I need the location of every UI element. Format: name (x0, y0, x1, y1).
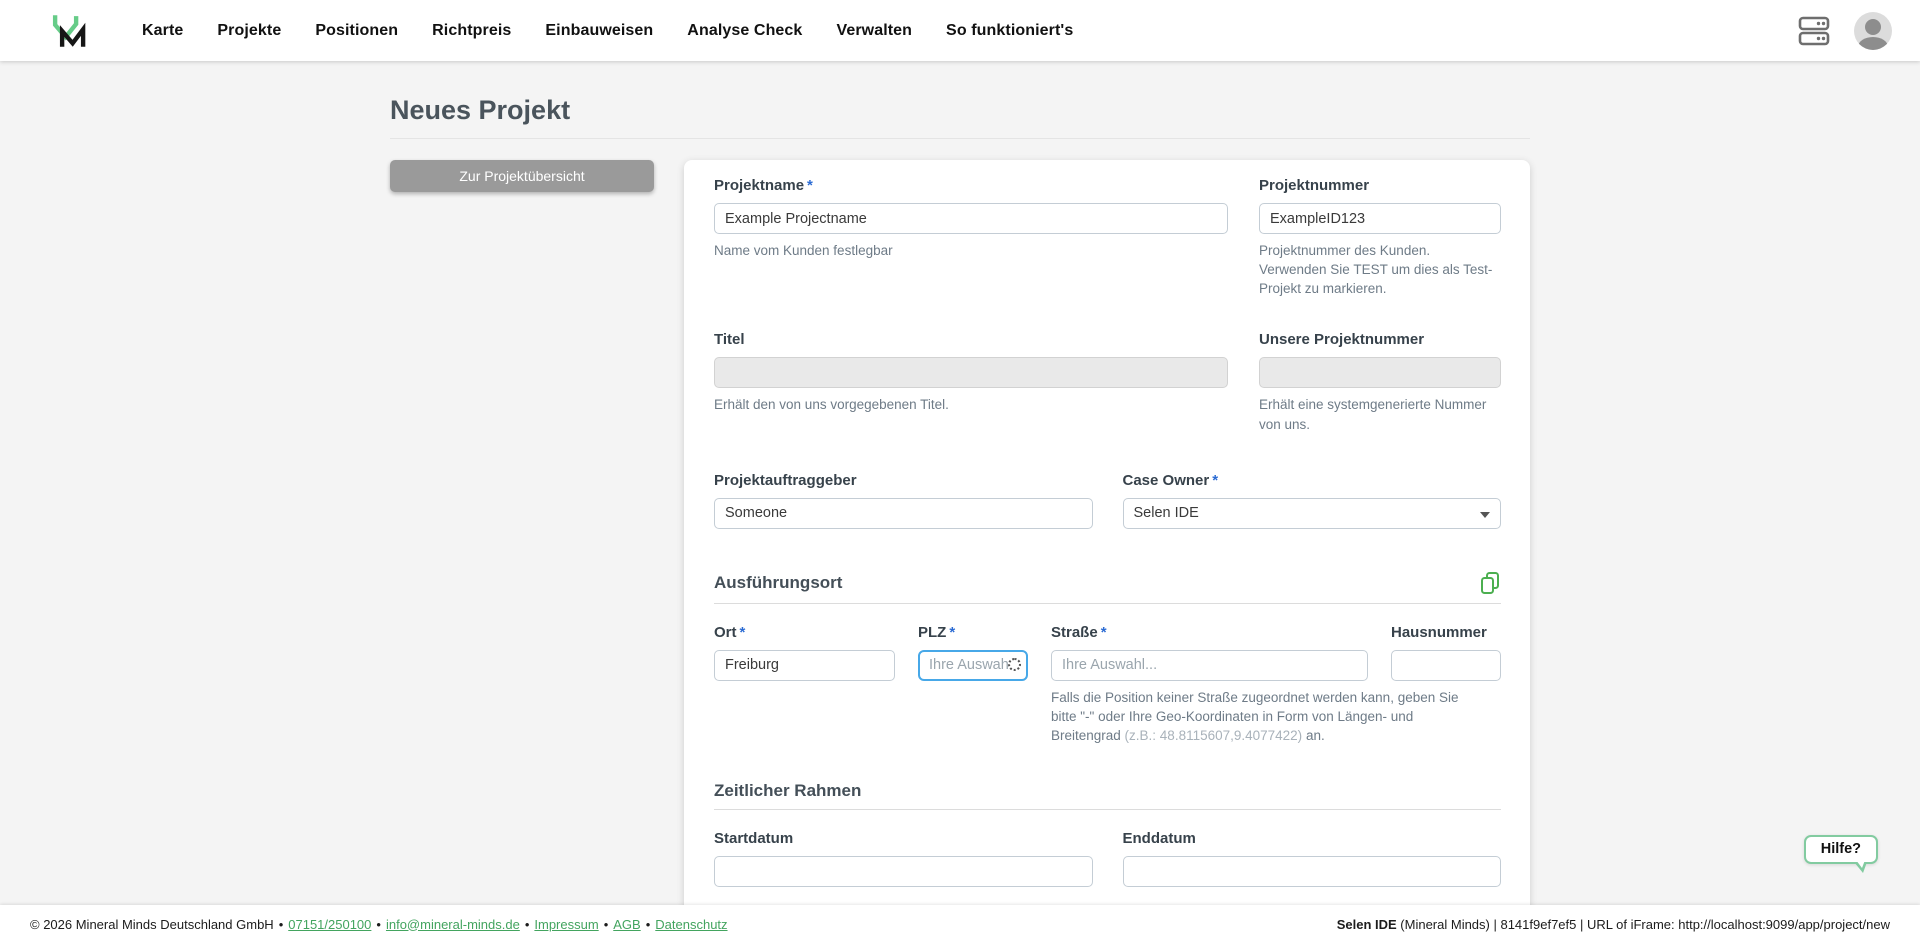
copy-address-button[interactable] (1479, 571, 1501, 595)
ort-label: Ort* (714, 624, 895, 641)
main-content: Neues Projekt Zur Projektübersicht Proje… (0, 61, 1920, 905)
strasse-field-group: Straße* (1051, 624, 1368, 681)
strasse-helper-text: Falls die Position keiner Straße zugeord… (1051, 688, 1471, 745)
projektname-input[interactable] (714, 203, 1228, 234)
projektnummer-input[interactable] (1259, 203, 1501, 234)
plz-label: PLZ* (918, 624, 1028, 641)
mineral-minds-logo-icon[interactable] (49, 10, 91, 52)
unsere-projektnummer-input-disabled (1259, 357, 1501, 388)
footer-link-email[interactable]: info@mineral-minds.de (386, 917, 520, 932)
zeitlicher-rahmen-section-header: Zeitlicher Rahmen (714, 781, 1501, 810)
required-asterisk: * (949, 624, 955, 641)
zur-projektuebersicht-button[interactable]: Zur Projektübersicht (390, 160, 654, 192)
main-nav: Karte Projekte Positionen Richtpreis Ein… (129, 12, 1086, 50)
projektname-label: Projektname* (714, 177, 1228, 194)
startdatum-label: Startdatum (714, 830, 1093, 847)
required-asterisk: * (740, 624, 746, 641)
hausnummer-input[interactable] (1391, 650, 1501, 681)
nav-item-analyse-check[interactable]: Analyse Check (674, 12, 815, 50)
chevron-down-icon (1480, 512, 1490, 518)
footer-left: © 2026 Mineral Minds Deutschland GmbH • … (30, 917, 728, 932)
footer-link-phone[interactable]: 07151/250100 (288, 917, 371, 932)
titel-field-group: Titel Erhält den von uns vorgegebenen Ti… (714, 331, 1228, 433)
nav-item-verwalten[interactable]: Verwalten (823, 12, 925, 50)
case-owner-field-group: Case Owner* Selen IDE (1123, 472, 1502, 529)
projektauftraggeber-label: Projektauftraggeber (714, 472, 1093, 489)
titel-label: Titel (714, 331, 1228, 348)
unsere-projektnummer-helper-text: Erhält eine systemgenerierte Nummer von … (1259, 395, 1501, 433)
new-project-form-card: Projektname* Name vom Kunden festlegbar … (684, 160, 1530, 905)
enddatum-label: Enddatum (1123, 830, 1502, 847)
footer-bar: © 2026 Mineral Minds Deutschland GmbH • … (0, 905, 1920, 943)
footer-link-datenschutz[interactable]: Datenschutz (655, 917, 727, 932)
nav-item-positionen[interactable]: Positionen (302, 12, 411, 50)
ausfuehrungsort-section-header: Ausführungsort (714, 571, 1501, 604)
required-asterisk: * (1212, 472, 1218, 489)
case-owner-selected-value: Selen IDE (1134, 505, 1199, 521)
projektname-helper-text: Name vom Kunden festlegbar (714, 241, 1228, 260)
nav-item-richtpreis[interactable]: Richtpreis (419, 12, 524, 50)
hausnummer-label: Hausnummer (1391, 624, 1501, 641)
footer-session-info: Selen IDE (Mineral Minds) | 8141f9ef7ef5… (1337, 917, 1890, 932)
titel-helper-text: Erhält den von uns vorgegebenen Titel. (714, 395, 1228, 414)
server-status-icon[interactable] (1796, 15, 1832, 47)
projektnummer-helper-text: Projektnummer des Kunden. Verwenden Sie … (1259, 241, 1501, 298)
case-owner-select[interactable]: Selen IDE (1123, 498, 1502, 529)
strasse-input[interactable] (1051, 650, 1368, 681)
projektauftraggeber-input[interactable] (714, 498, 1093, 529)
page-title: Neues Projekt (390, 95, 1530, 139)
ausfuehrungsort-section-title: Ausführungsort (714, 573, 842, 593)
nav-item-projekte[interactable]: Projekte (204, 12, 294, 50)
projektauftraggeber-field-group: Projektauftraggeber (714, 472, 1093, 529)
footer-link-agb[interactable]: AGB (613, 917, 640, 932)
nav-item-einbauweisen[interactable]: Einbauweisen (532, 12, 666, 50)
footer-copyright: © 2026 Mineral Minds Deutschland GmbH (30, 917, 274, 932)
zeitlicher-rahmen-section-title: Zeitlicher Rahmen (714, 781, 861, 801)
nav-item-so-funktionierts[interactable]: So funktioniert's (933, 12, 1086, 50)
projektnummer-field-group: Projektnummer Projektnummer des Kunden. … (1259, 177, 1501, 298)
startdatum-field-group: Startdatum (714, 830, 1093, 887)
projektnummer-label: Projektnummer (1259, 177, 1501, 194)
startdatum-input[interactable] (714, 856, 1093, 887)
strasse-label: Straße* (1051, 624, 1368, 641)
required-asterisk: * (807, 177, 813, 194)
case-owner-label: Case Owner* (1123, 472, 1502, 489)
projektname-field-group: Projektname* Name vom Kunden festlegbar (714, 177, 1228, 298)
footer-link-impressum[interactable]: Impressum (534, 917, 598, 932)
unsere-projektnummer-label: Unsere Projektnummer (1259, 331, 1501, 348)
enddatum-input[interactable] (1123, 856, 1502, 887)
ort-field-group: Ort* (714, 624, 895, 681)
enddatum-field-group: Enddatum (1123, 830, 1502, 887)
footer-user-name: Selen IDE (1337, 917, 1397, 932)
nav-item-karte[interactable]: Karte (129, 12, 196, 50)
unsere-projektnummer-field-group: Unsere Projektnummer Erhält eine systemg… (1259, 331, 1501, 433)
plz-field-group: PLZ* (918, 624, 1028, 681)
user-avatar[interactable] (1854, 12, 1892, 50)
hausnummer-field-group: Hausnummer (1391, 624, 1501, 681)
hilfe-button[interactable]: Hilfe? (1804, 835, 1878, 864)
copy-icon (1479, 571, 1501, 595)
ort-input[interactable] (714, 650, 895, 681)
top-navigation-bar: Karte Projekte Positionen Richtpreis Ein… (0, 0, 1920, 61)
plz-input-focused[interactable] (918, 650, 1028, 681)
titel-input-disabled (714, 357, 1228, 388)
avatar-person-icon (1865, 19, 1881, 35)
required-asterisk: * (1101, 624, 1107, 641)
footer-session-details: (Mineral Minds) | 8141f9ef7ef5 | URL of … (1397, 917, 1890, 932)
